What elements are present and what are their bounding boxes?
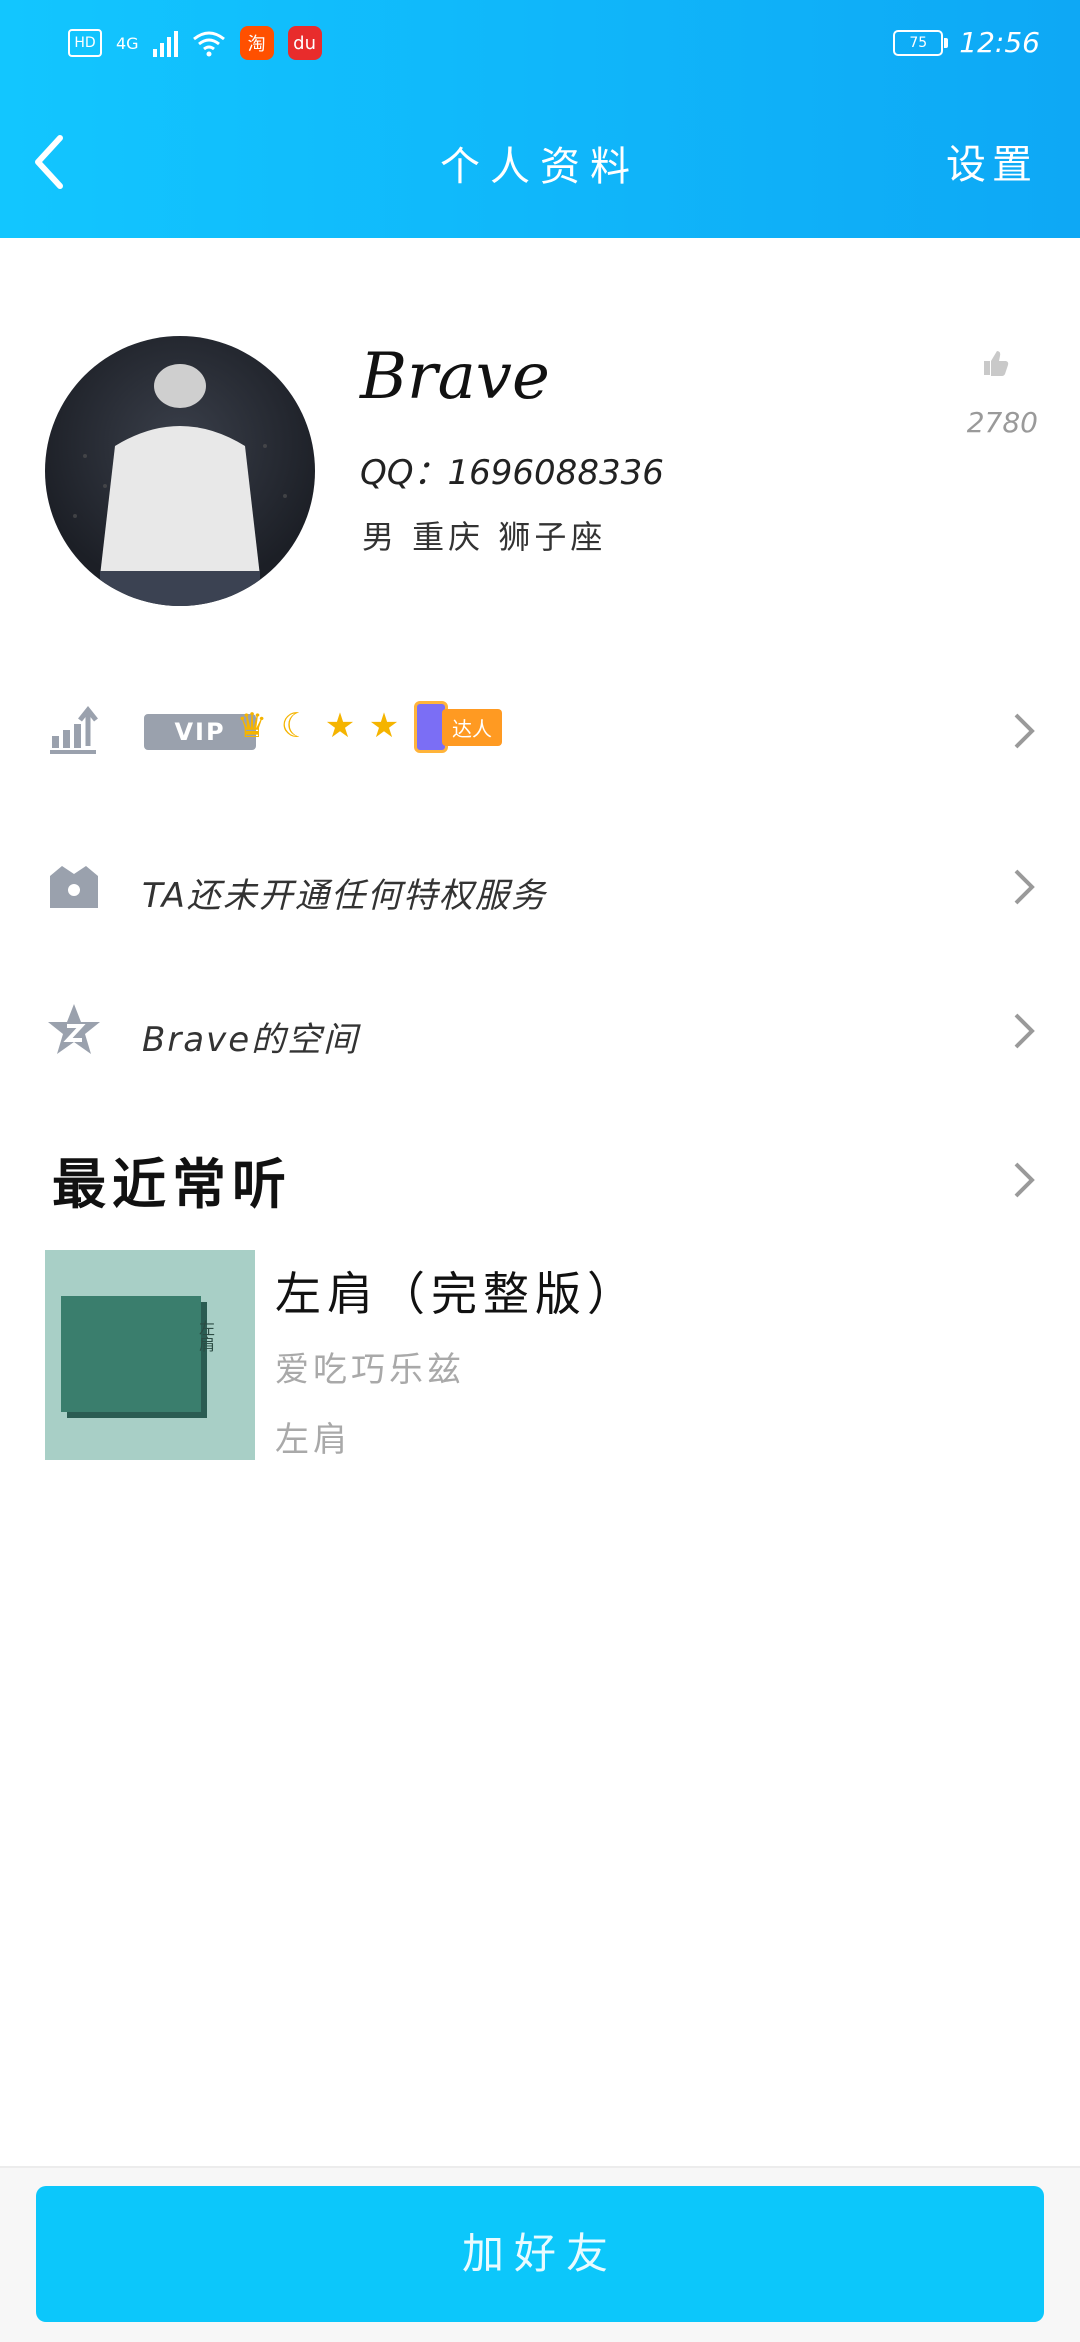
level-up-icon [50,705,98,754]
avatar-image [73,364,287,606]
chevron-right-icon [1014,713,1035,749]
recent-title: 最近常听 [52,1152,292,1216]
daren-badge: 达人 [414,701,502,753]
status-time: 12:56 [959,26,1040,59]
moon-icon: ☾ [280,706,312,746]
wifi-icon [192,31,225,57]
crown-icon: ♛ [236,706,268,746]
avatar[interactable] [45,336,315,606]
space-text: Brave的空间 [142,1020,360,1060]
star-icon: ★ [324,706,356,746]
star-icon: ★ [368,706,400,746]
signal-icon [152,29,178,57]
recent-chevron-icon[interactable] [1012,1160,1036,1200]
song-artist: 爱吃巧乐兹 [275,1350,465,1390]
chevron-right-icon [1014,869,1035,905]
space-row[interactable]: Brave的空间 [0,976,1080,1086]
privilege-text: TA还未开通任何特权服务 [142,876,547,916]
add-friend-button[interactable]: 加好友 [36,2186,1044,2322]
page-title: 个人资料 [440,144,640,190]
thumbs-up-icon[interactable] [980,348,1010,378]
profile-info: 男 重庆 狮子座 [362,518,607,556]
taobao-icon: 淘 [239,26,274,60]
chevron-right-icon [1014,1013,1035,1049]
song-album: 左肩 [275,1420,351,1460]
privilege-row[interactable]: TA还未开通任何特权服务 [0,832,1080,942]
daren-label: 达人 [442,708,502,746]
baidu-icon: du [287,26,322,60]
status-bar: HD 4G 淘 du 75 12:56 [0,18,1080,72]
status-left: HD 4G 淘 du [68,26,322,60]
hd-indicator: HD [68,29,102,57]
settings-button[interactable]: 设置 [946,132,1038,190]
song-title[interactable]: 左肩（完整版） [275,1258,639,1324]
level-row[interactable]: VIP ♛ ☾ ★ ★ 达人 [0,676,1080,786]
battery-icon: 75 [893,29,949,56]
level-badges: ♛ ☾ ★ ★ [232,706,404,746]
status-right: 75 12:56 [893,26,1040,59]
qq-number: QQ：1696088336 [360,453,664,493]
qzone-star-icon [48,1004,100,1054]
album-art [61,1296,201,1412]
network-type: 4G [116,33,139,53]
crown-shield-icon [50,866,98,908]
profile-name: Brave [360,340,550,414]
nav-bar: 个人资料 设置 [0,110,1080,210]
album-cover-text: 左肩 [196,1320,215,1352]
album-cover[interactable]: 左肩 [45,1250,255,1460]
header-bar: HD 4G 淘 du 75 12:56 个人资料 设置 [0,0,1080,238]
like-count: 2780 [966,406,1038,439]
